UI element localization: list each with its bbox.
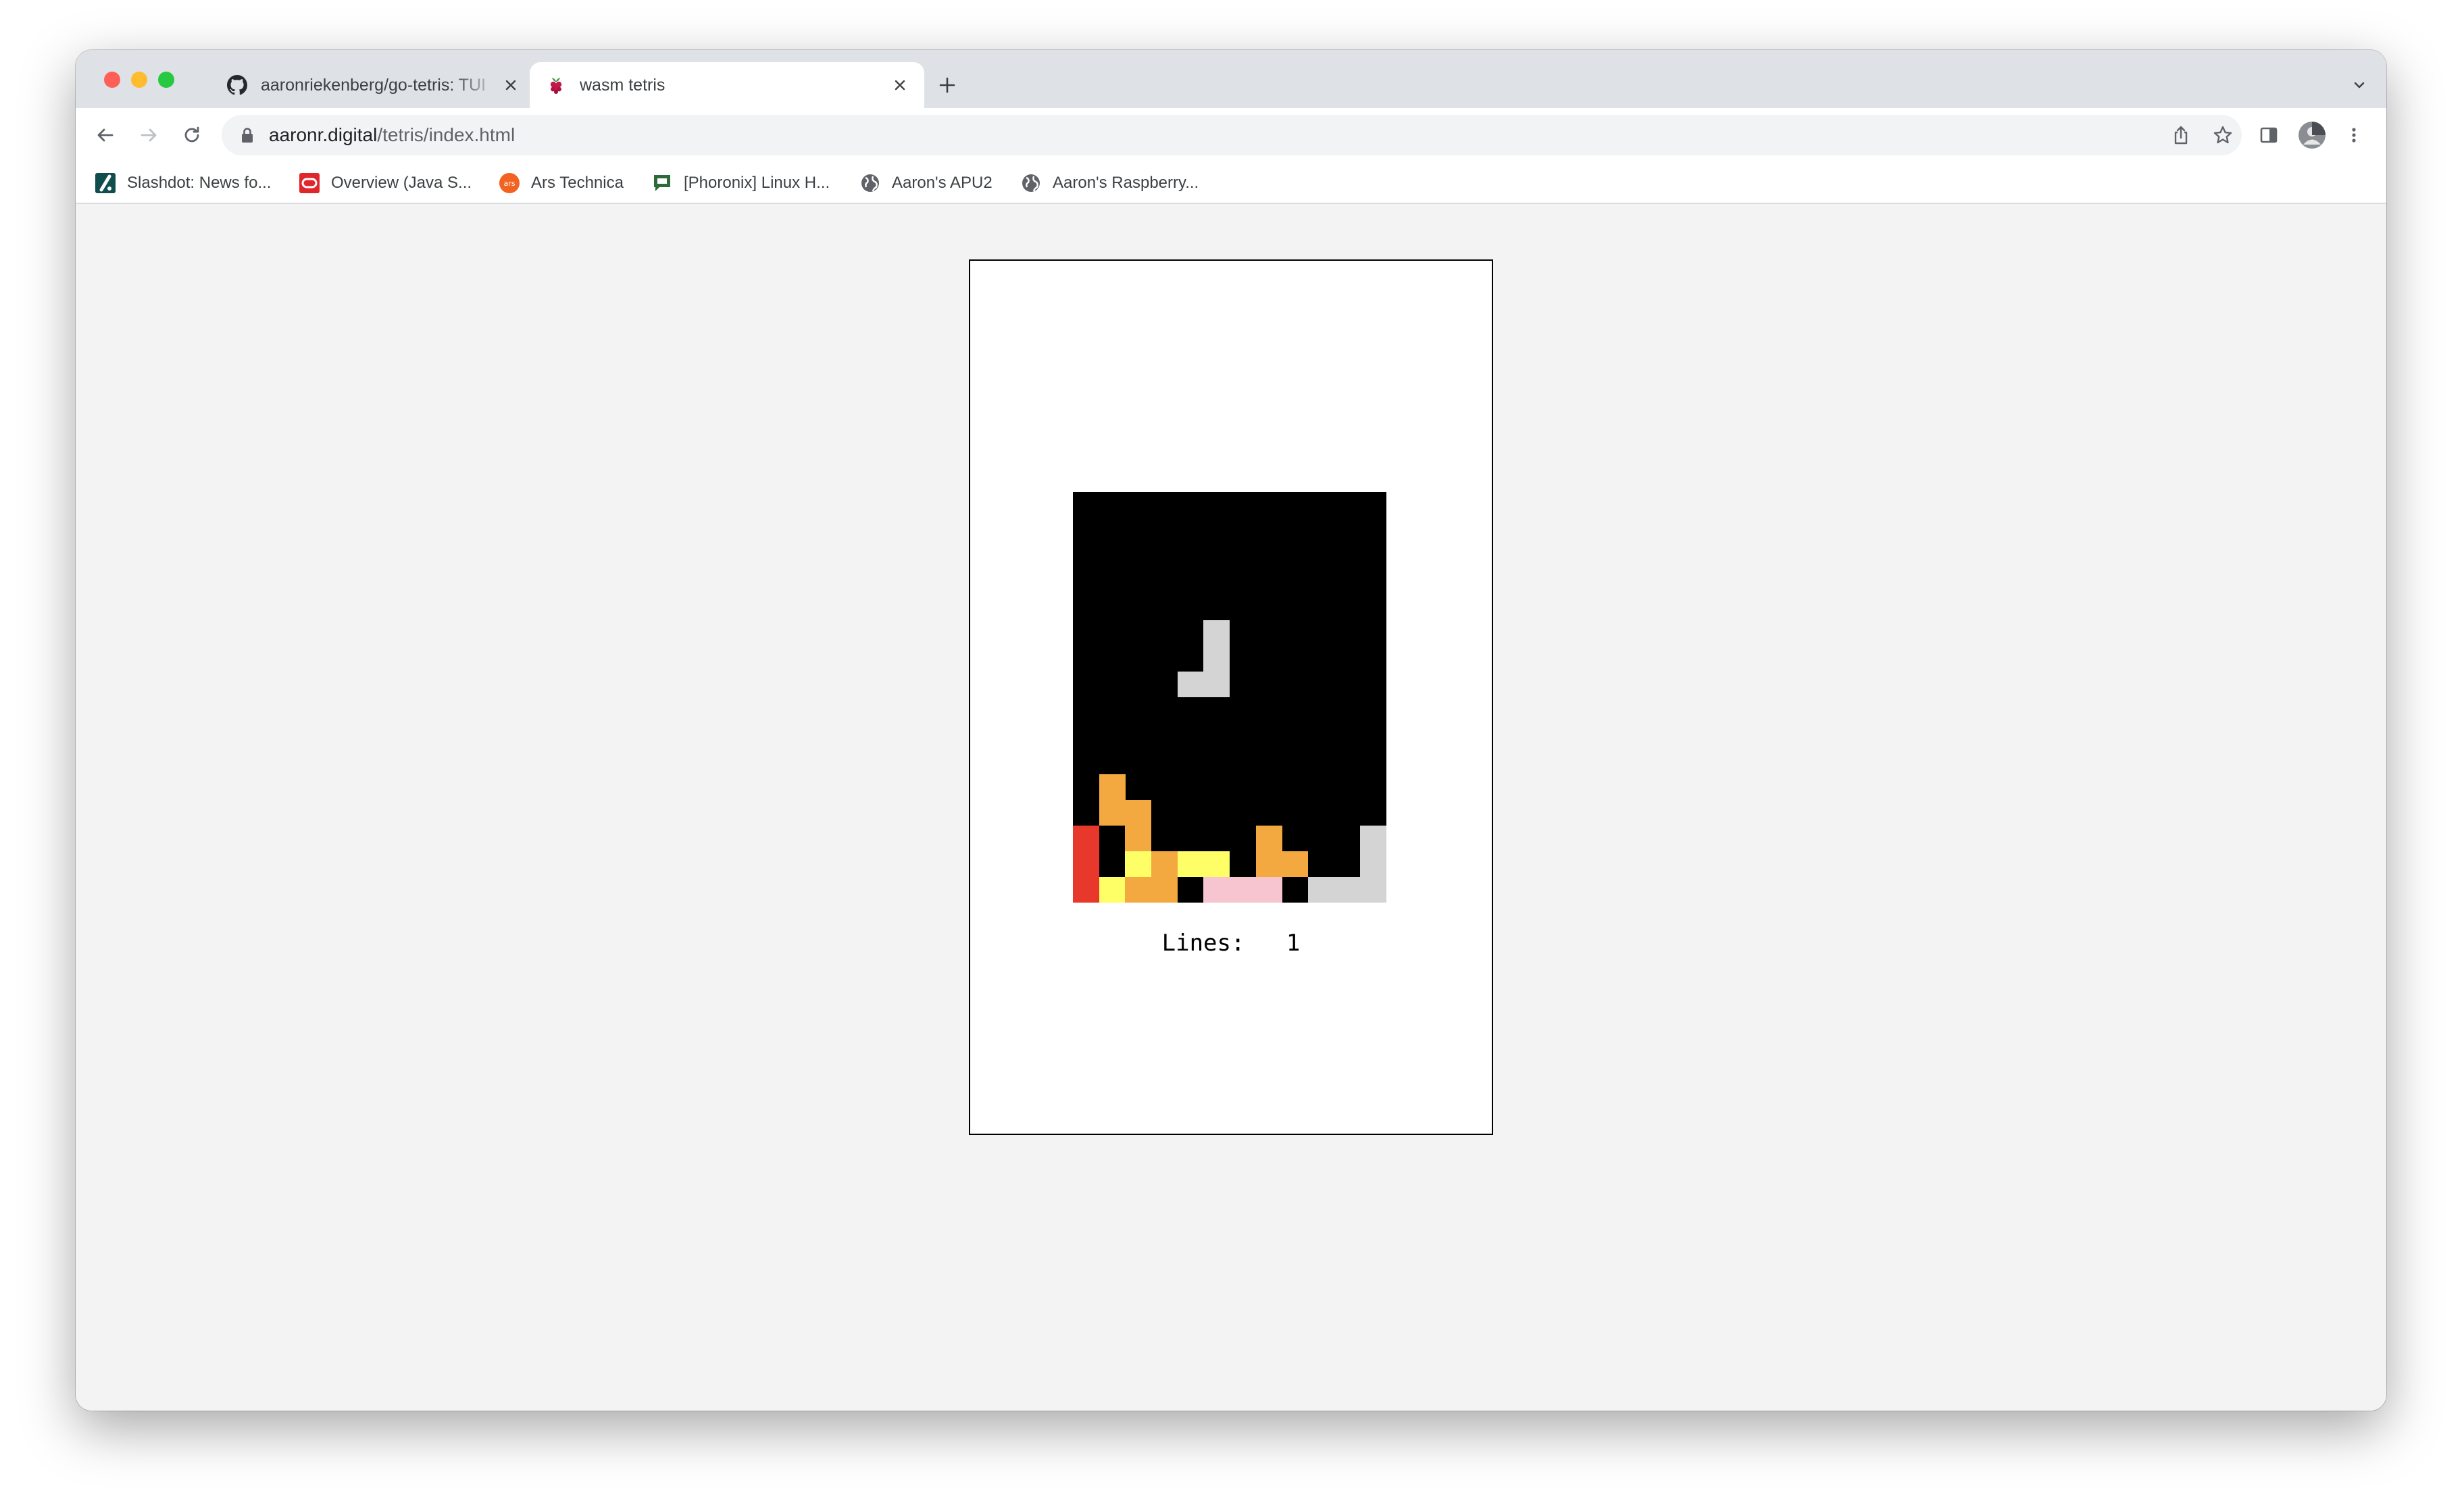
tetris-block <box>1151 851 1178 877</box>
tetris-game-container: Lines: 1 <box>969 259 1493 1135</box>
tetris-block <box>1230 877 1256 903</box>
bookmark-slashdot[interactable]: Slashdot: News fo... <box>95 170 271 196</box>
close-tab-icon[interactable] <box>889 74 911 96</box>
address-bar[interactable]: aaronr.digital/tetris/index.html <box>222 115 2242 155</box>
tetris-block <box>1203 646 1230 672</box>
tab-github[interactable]: aaronriekenberg/go-tetris: TUI <box>211 62 535 108</box>
minimize-window-button[interactable] <box>131 72 147 88</box>
tetris-block <box>1360 877 1387 903</box>
globe-icon <box>1020 172 1042 194</box>
bookmark-star-icon[interactable] <box>2211 123 2235 147</box>
ars-technica-icon: ars <box>499 172 520 194</box>
tetris-block <box>1099 800 1126 826</box>
tetris-block <box>1177 672 1204 697</box>
tetris-block <box>1073 851 1099 877</box>
url-text[interactable]: aaronr.digital/tetris/index.html <box>269 124 515 146</box>
bookmark-ars-technica[interactable]: ars Ars Technica <box>499 170 624 196</box>
lock-icon[interactable] <box>239 126 255 145</box>
close-tab-icon[interactable] <box>500 74 522 96</box>
tetris-block <box>1099 877 1126 903</box>
tetris-block <box>1177 851 1204 877</box>
bookmark-aarons-raspberry[interactable]: Aaron's Raspberry... <box>1020 170 1199 196</box>
tetris-block <box>1125 826 1152 851</box>
bookmark-label: Aaron's APU2 <box>892 174 993 192</box>
tetris-block <box>1125 800 1152 826</box>
bookmark-aarons-apu2[interactable]: Aaron's APU2 <box>859 170 993 196</box>
new-tab-button[interactable] <box>932 70 962 100</box>
share-icon[interactable] <box>2169 123 2193 147</box>
lines-value: 1 <box>1286 930 1301 957</box>
tetris-block <box>1360 851 1387 877</box>
bookmark-phoronix[interactable]: [Phoronix] Linux H... <box>651 170 830 196</box>
tab-search-button[interactable] <box>2346 72 2373 99</box>
page-content: Lines: 1 <box>76 204 2386 1411</box>
raspberry-icon <box>546 75 566 95</box>
tetris-block <box>1203 672 1230 697</box>
tetris-block <box>1282 851 1309 877</box>
reload-icon <box>184 126 199 143</box>
toolbar: aaronr.digital/tetris/index.html <box>76 108 2386 162</box>
tetris-block <box>1255 851 1282 877</box>
lines-label: Lines: <box>1161 930 1245 957</box>
phoronix-icon <box>651 172 673 194</box>
browser-window: aaronriekenberg/go-tetris: TUI wasm tetr… <box>76 50 2386 1411</box>
arrow-right-icon <box>141 128 157 142</box>
svg-text:ars: ars <box>504 179 516 188</box>
tetris-block <box>1203 877 1230 903</box>
tab-strip: aaronriekenberg/go-tetris: TUI wasm tetr… <box>76 50 2386 108</box>
bookmark-label: [Phoronix] Linux H... <box>684 174 830 192</box>
tetris-block <box>1073 877 1099 903</box>
kebab-menu-icon <box>2352 128 2356 143</box>
globe-icon <box>859 172 881 194</box>
tetris-block <box>1203 851 1230 877</box>
tetris-block <box>1125 851 1152 877</box>
tetris-block <box>1151 877 1178 903</box>
close-window-button[interactable] <box>104 72 120 88</box>
bookmark-label: Aaron's Raspberry... <box>1053 174 1199 192</box>
maximize-window-button[interactable] <box>158 72 174 88</box>
bookmark-label: Ars Technica <box>531 174 624 192</box>
slashdot-icon <box>95 172 116 194</box>
side-panel-button[interactable] <box>2253 119 2285 151</box>
bookmarks-bar: Slashdot: News fo... Overview (Java S...… <box>76 162 2386 204</box>
bookmark-label: Overview (Java S... <box>331 174 472 192</box>
tetris-block <box>1203 620 1230 646</box>
reload-button[interactable] <box>176 119 208 151</box>
tetris-block <box>1255 826 1282 851</box>
url-path: /tetris/index.html <box>377 124 516 145</box>
menu-button[interactable] <box>2338 119 2370 151</box>
side-panel-icon <box>2260 127 2278 143</box>
chevron-down-icon <box>2354 82 2365 89</box>
tetris-board[interactable] <box>1073 492 1387 903</box>
url-host: aaronr.digital <box>269 124 378 145</box>
tetris-block <box>1360 826 1387 851</box>
tab-wasm-tetris[interactable]: wasm tetris <box>530 62 924 108</box>
plus-icon <box>939 77 955 93</box>
arrow-left-icon <box>97 128 114 142</box>
profile-avatar[interactable] <box>2296 119 2328 151</box>
avatar-icon <box>2298 122 2326 149</box>
lines-counter: Lines: 1 <box>970 930 1492 957</box>
back-button[interactable] <box>89 119 122 151</box>
tetris-block <box>1125 877 1152 903</box>
forward-button[interactable] <box>132 119 165 151</box>
bookmark-java-overview[interactable]: Overview (Java S... <box>299 170 472 196</box>
tab-title: wasm tetris <box>580 75 665 95</box>
oracle-icon <box>299 172 320 194</box>
tetris-block <box>1308 877 1334 903</box>
tetris-block <box>1334 877 1361 903</box>
bookmark-label: Slashdot: News fo... <box>127 174 272 192</box>
tetris-block <box>1099 774 1126 800</box>
tab-title: aaronriekenberg/go-tetris: TUI <box>261 75 486 95</box>
tetris-block <box>1073 826 1099 851</box>
github-icon <box>227 75 247 95</box>
tetris-block <box>1255 877 1282 903</box>
